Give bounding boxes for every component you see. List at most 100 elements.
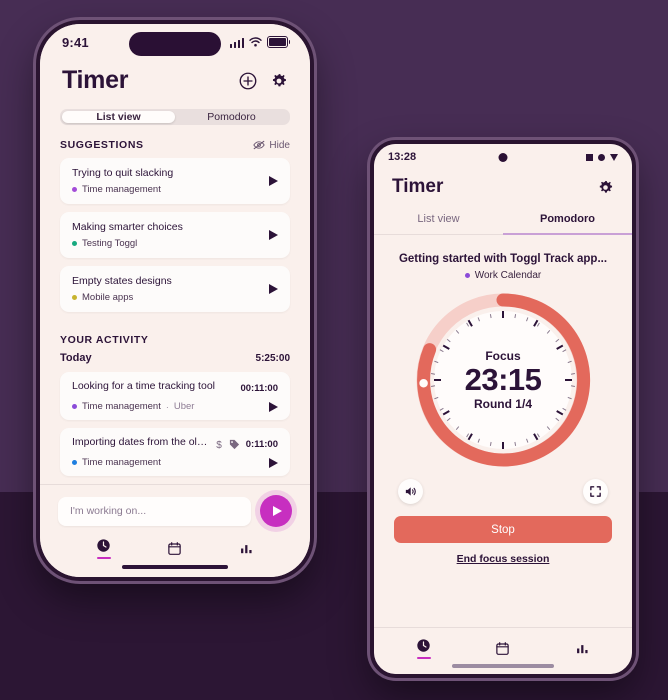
play-icon[interactable]: [269, 401, 278, 412]
gear-icon[interactable]: [270, 72, 288, 90]
segment-list-view[interactable]: List view: [62, 111, 175, 123]
eye-off-icon: [253, 140, 266, 150]
activity-day-label: Today: [60, 352, 92, 364]
suggestion-project: Testing Toggl: [72, 238, 259, 249]
activity-badges: $ 0:11:00: [215, 439, 278, 450]
play-icon[interactable]: [269, 176, 278, 186]
stop-button[interactable]: Stop: [394, 516, 612, 543]
activity-day-total: 5:25:00: [255, 352, 290, 364]
ios-bottom-nav: [58, 527, 292, 565]
activity-title-text: Importing dates from the old...: [72, 436, 209, 448]
tab-pomodoro[interactable]: Pomodoro: [503, 206, 632, 235]
suggestions-section-header: SUGGESTIONS Hide: [40, 125, 310, 158]
project-name: Time management: [82, 457, 161, 468]
triangle-down-icon: [610, 153, 618, 161]
activity-row[interactable]: Importing dates from the old... $ 0:11:0…: [60, 428, 290, 476]
pomodoro-task-header: Getting started with Toggl Track app... …: [374, 235, 632, 281]
tab-list-view[interactable]: List view: [374, 206, 503, 234]
nav-active-underline: [96, 557, 111, 559]
ios-header-actions: [239, 72, 288, 90]
view-segmented-control[interactable]: List view Pomodoro: [60, 109, 290, 125]
iphone-screen: 9:41 Timer List view Pomodoro SUGGESTION…: [40, 24, 310, 577]
activity-duration: 0:11:00: [245, 439, 278, 450]
project-name: Work Calendar: [474, 270, 542, 281]
pomodoro-dial[interactable]: Focus 23:15 Round 1/4: [414, 291, 592, 469]
project-dot: [72, 460, 77, 465]
android-header: Timer: [374, 170, 632, 206]
nav-item-reports[interactable]: [575, 641, 590, 656]
page-title: Timer: [392, 176, 444, 197]
gear-icon[interactable]: [597, 179, 614, 196]
suggestion-content: Empty states designs Mobile apps: [72, 275, 259, 303]
segment-pomodoro[interactable]: Pomodoro: [175, 111, 288, 123]
nav-item-calendar[interactable]: [167, 541, 182, 556]
android-home-indicator: [452, 664, 554, 668]
plus-circle-icon[interactable]: [239, 72, 257, 90]
ios-bottom-bar: I'm working on...: [40, 484, 310, 577]
project-dot: [72, 241, 77, 246]
android-status-time: 13:28: [388, 151, 417, 163]
android-tabs[interactable]: List view Pomodoro: [374, 206, 632, 235]
front-camera-dot: [498, 152, 508, 162]
calendar-icon: [496, 642, 510, 655]
suggestion-card[interactable]: Empty states designs Mobile apps: [60, 266, 290, 312]
calendar-icon: [168, 542, 182, 555]
project-dot: [72, 404, 77, 409]
dial-face: [434, 311, 572, 449]
iphone-device-frame: 9:41 Timer List view Pomodoro SUGGESTION…: [36, 20, 314, 581]
android-status-icons: [586, 153, 618, 161]
suggestions-title: SUGGESTIONS: [60, 139, 144, 151]
reports-bar-chart-icon: [576, 645, 588, 654]
suggestion-content: Trying to quit slacking Time management: [72, 167, 259, 195]
reports-bar-chart-icon: [240, 545, 252, 554]
hide-label: Hide: [269, 139, 290, 151]
nav-active-underline: [416, 657, 431, 659]
activity-row-bottom: Time management: [72, 457, 278, 468]
android-screen: 13:28 Timer List view Pomodoro Getting s…: [374, 144, 632, 674]
activity-section-header: YOUR ACTIVITY: [40, 320, 310, 350]
pomodoro-task-title: Getting started with Toggl Track app...: [398, 253, 608, 265]
nav-item-reports[interactable]: [239, 541, 254, 556]
project-dot: [72, 187, 77, 192]
fullscreen-button[interactable]: [583, 479, 608, 504]
battery-icon: [267, 36, 291, 48]
end-focus-session-link[interactable]: End focus session: [374, 553, 632, 565]
play-icon[interactable]: [269, 284, 278, 294]
play-icon[interactable]: [269, 230, 278, 240]
android-device-frame: 13:28 Timer List view Pomodoro Getting s…: [370, 140, 636, 678]
nav-item-timer[interactable]: [416, 638, 431, 659]
suggestion-card[interactable]: Making smarter choices Testing Toggl: [60, 212, 290, 258]
activity-row[interactable]: Looking for a time tracking tool 00:11:0…: [60, 372, 290, 420]
project-dot: [464, 273, 470, 278]
billable-dollar-icon: $: [216, 440, 222, 450]
hide-suggestions-button[interactable]: Hide: [253, 140, 290, 151]
activity-row-top: Looking for a time tracking tool 00:11:0…: [72, 380, 278, 397]
suggestion-title: Trying to quit slacking: [72, 167, 174, 179]
suggestion-title: Making smarter choices: [72, 221, 183, 233]
cellular-signal-icon: [229, 37, 244, 48]
project-name: Mobile apps: [82, 292, 134, 303]
ios-status-time: 9:41: [62, 34, 89, 50]
description-input[interactable]: I'm working on...: [58, 496, 251, 526]
circle-icon: [598, 153, 605, 161]
activity-title: YOUR ACTIVITY: [60, 334, 149, 346]
project-name: Time management: [82, 184, 161, 195]
nav-item-calendar[interactable]: [495, 641, 510, 656]
square-icon: [586, 153, 593, 161]
project-name: Testing Toggl: [82, 238, 138, 249]
pomodoro-project: Work Calendar: [390, 270, 616, 281]
start-timer-button[interactable]: [260, 495, 292, 527]
suggestion-card[interactable]: Trying to quit slacking Time management: [60, 158, 290, 204]
activity-title-text: Looking for a time tracking tool: [72, 380, 215, 392]
sound-toggle-button[interactable]: [398, 479, 423, 504]
activity-day-row: Today 5:25:00: [40, 350, 310, 372]
ios-status-bar: 9:41: [40, 24, 310, 60]
suggestion-project: Time management: [72, 184, 259, 195]
pomodoro-controls-row: [374, 469, 632, 504]
clock-icon: [97, 539, 110, 552]
dial-handle: [417, 377, 430, 389]
project-client-separator: ·: [165, 401, 169, 412]
activity-project: Time management · Uber: [72, 401, 194, 412]
nav-item-timer[interactable]: [96, 538, 111, 559]
play-icon[interactable]: [269, 457, 278, 468]
